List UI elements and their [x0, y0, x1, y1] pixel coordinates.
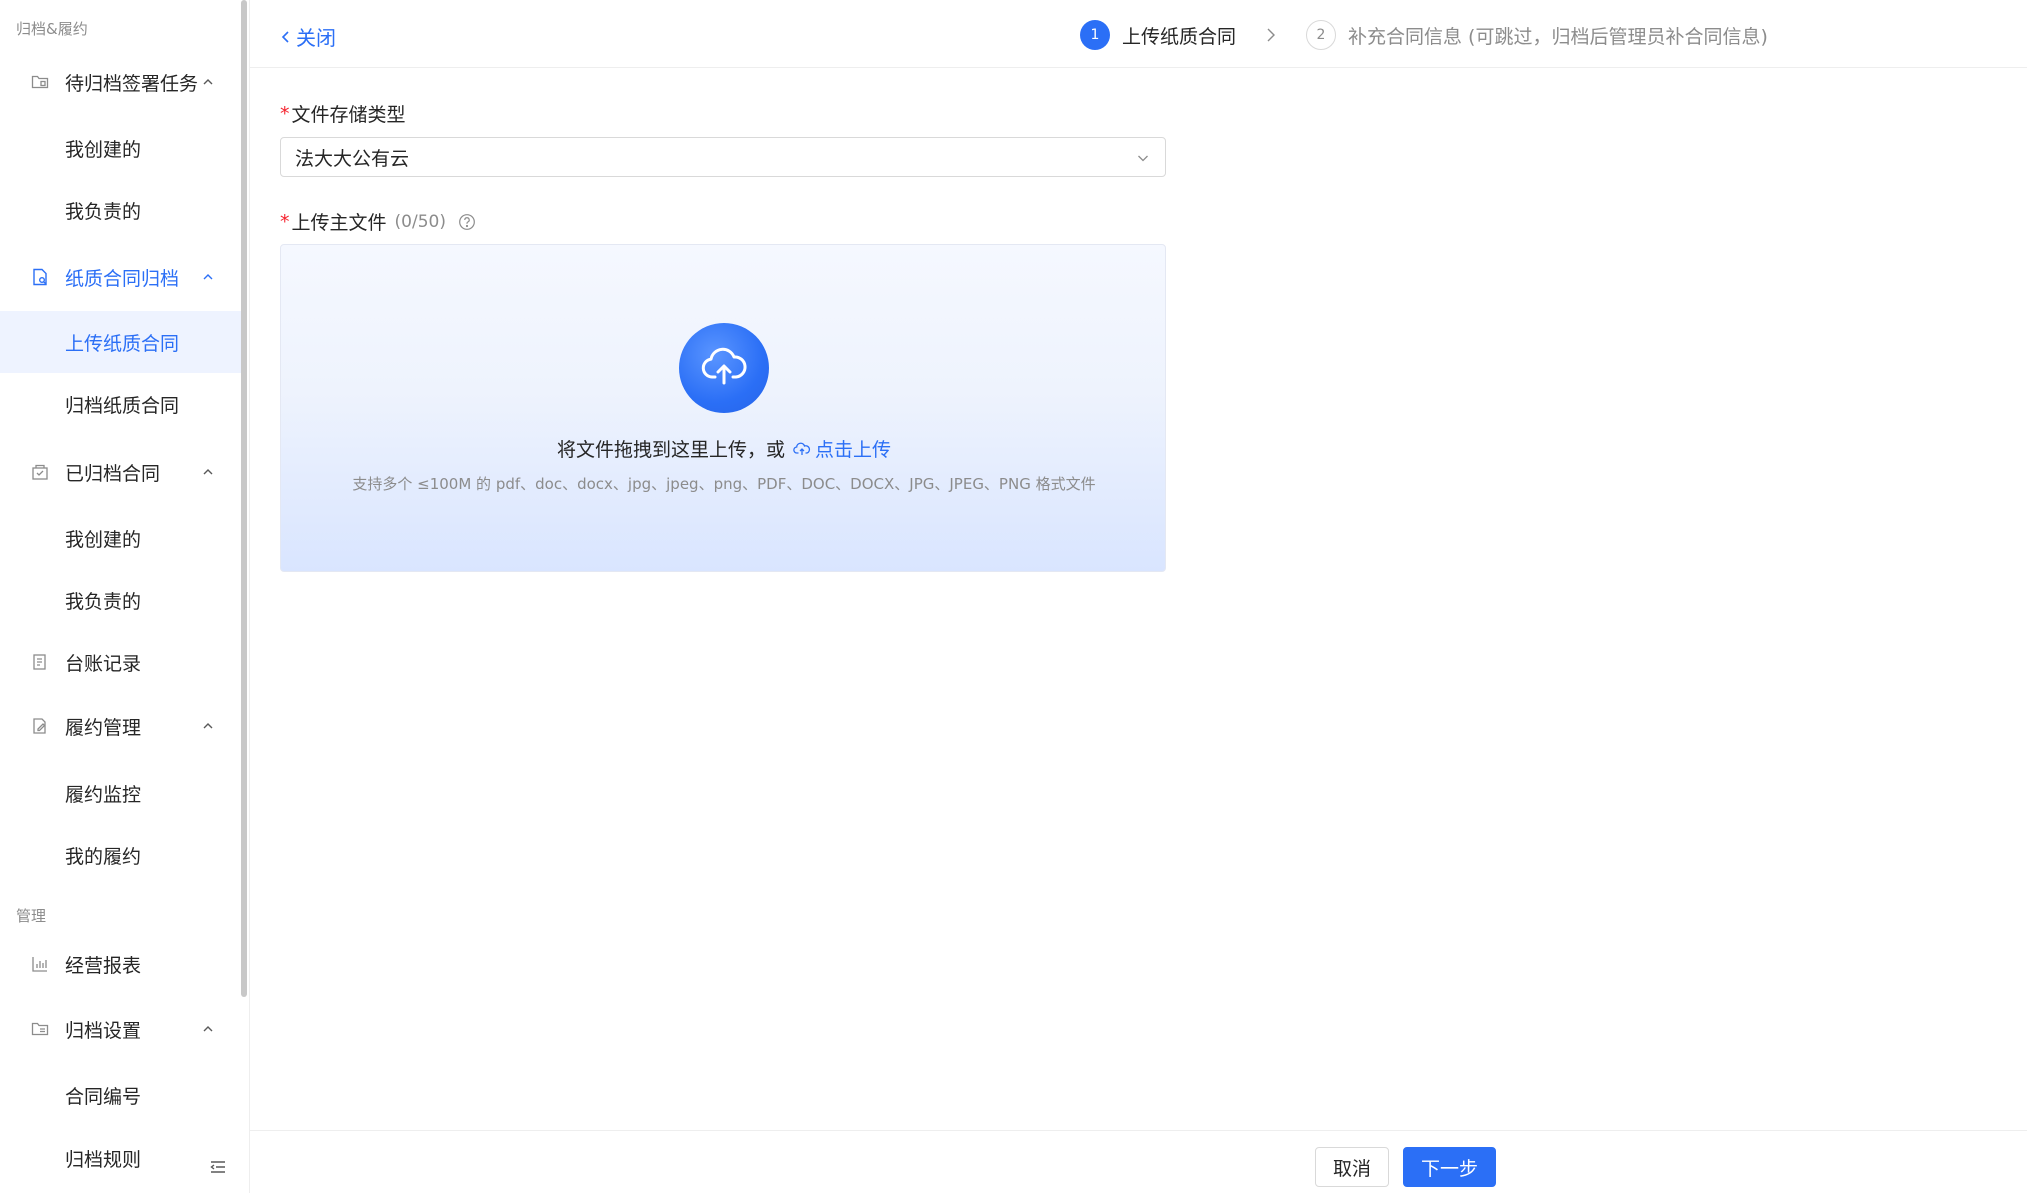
chevron-up-icon: [203, 79, 213, 85]
sidebar-item-ledger[interactable]: 台账记录: [0, 636, 242, 688]
sidebar-item-settings-number[interactable]: 合同编号: [0, 1064, 242, 1126]
top-bar: 关闭 1 上传纸质合同 2 补充合同信息 (可跳过，归档后管理员补合同信息): [250, 0, 2027, 68]
menu-group-pending[interactable]: 待归档签署任务: [0, 56, 242, 108]
chevron-up-icon: [203, 274, 213, 280]
file-dropzone[interactable]: 将文件拖拽到这里上传，或 点击上传 支持多个 ≤100M 的 pdf、doc、d…: [280, 244, 1166, 572]
click-upload-label: 点击上传: [815, 439, 892, 461]
sidebar-item-label: 我创建的: [65, 528, 142, 551]
storage-type-value: 法大大公有云: [295, 147, 410, 170]
menu-label-archived: 已归档合同: [65, 462, 161, 485]
cloud-upload-small-icon: [793, 442, 811, 455]
menu-group-perform[interactable]: 履约管理: [0, 700, 242, 752]
step-2-title: 补充合同信息 (可跳过，归档后管理员补合同信息): [1348, 25, 1768, 48]
menu-group-settings[interactable]: 归档设置: [0, 1003, 242, 1055]
sidebar-item-label: 归档纸质合同: [65, 394, 180, 417]
upload-count: (0/50): [394, 211, 446, 232]
chevron-right-icon: [1267, 28, 1276, 42]
sidebar-item-settings-rules[interactable]: 归档规则: [0, 1127, 242, 1189]
collapse-menu-icon[interactable]: [208, 1157, 228, 1177]
menu-group-paper[interactable]: 纸质合同归档: [0, 251, 242, 303]
sidebar-item-label: 我负责的: [65, 590, 142, 613]
edit-doc-icon: [30, 716, 50, 736]
bar-chart-icon: [30, 954, 50, 974]
step-1-number: 1: [1080, 20, 1110, 50]
sidebar-item-label: 我负责的: [65, 200, 142, 223]
click-upload-link[interactable]: 点击上传: [793, 435, 891, 462]
chevron-left-icon: [281, 30, 289, 43]
sidebar-item-label: 归档规则: [65, 1148, 142, 1171]
next-step-button[interactable]: 下一步: [1403, 1147, 1496, 1187]
sidebar-scrollbar[interactable]: [241, 0, 247, 997]
storage-type-select[interactable]: 法大大公有云: [280, 137, 1166, 177]
sidebar-item-label: 履约监控: [65, 783, 142, 806]
footer-bar: 取消 下一步: [250, 1130, 2027, 1193]
main-content: 关闭 1 上传纸质合同 2 补充合同信息 (可跳过，归档后管理员补合同信息) *…: [250, 0, 2027, 1193]
file-search-icon: [30, 267, 50, 287]
sidebar-item-label: 上传纸质合同: [65, 332, 180, 355]
sidebar-item-label: 合同编号: [65, 1085, 142, 1108]
folder-doc-icon: [30, 72, 50, 92]
upload-main-file-label: * 上传主文件 (0/50): [280, 208, 476, 235]
storage-type-label-text: 文件存储类型: [291, 104, 406, 126]
step-1-title: 上传纸质合同: [1122, 25, 1237, 48]
required-mark: *: [280, 102, 290, 125]
sidebar-item-pending-owned[interactable]: 我负责的: [0, 179, 242, 241]
section-label-archive: 归档&履约: [16, 20, 88, 38]
sidebar-item-paper-upload[interactable]: 上传纸质合同: [0, 311, 242, 373]
drop-text: 将文件拖拽到这里上传，或: [556, 439, 785, 461]
upload-label-text: 上传主文件: [291, 212, 387, 234]
ledger-icon: [30, 652, 50, 672]
sidebar-item-perform-mine[interactable]: 我的履约: [0, 824, 242, 886]
file-format-hint: 支持多个 ≤100M 的 pdf、doc、docx、jpg、jpeg、png、P…: [352, 475, 1096, 493]
sidebar-item-pending-created[interactable]: 我创建的: [0, 117, 242, 179]
menu-label-ledger: 台账记录: [65, 652, 142, 675]
menu-label-paper: 纸质合同归档: [65, 267, 180, 290]
close-label: 关闭: [296, 26, 336, 50]
required-mark: *: [280, 210, 290, 233]
section-label-manage: 管理: [16, 907, 47, 925]
menu-label-pending: 待归档签署任务: [65, 72, 199, 95]
step-2-number: 2: [1306, 20, 1337, 50]
question-circle-icon[interactable]: [458, 213, 476, 231]
sidebar: 归档&履约 待归档签署任务 我创建的 我负责的 纸质合同归档 上传纸质合同 归档…: [0, 0, 250, 1193]
step-2: 2 补充合同信息 (可跳过，归档后管理员补合同信息): [1306, 20, 1768, 50]
sidebar-item-report[interactable]: 经营报表: [0, 938, 242, 990]
chevron-down-icon: [1138, 155, 1148, 162]
step-1: 1 上传纸质合同: [1080, 20, 1236, 50]
sidebar-item-label: 我创建的: [65, 138, 142, 161]
sidebar-item-paper-archive[interactable]: 归档纸质合同: [0, 373, 242, 435]
folder-settings-icon: [30, 1019, 50, 1039]
close-button[interactable]: 关闭: [280, 22, 336, 51]
cloud-upload-icon: [679, 323, 769, 413]
chevron-up-icon: [203, 469, 213, 475]
step-indicator: 1 上传纸质合同 2 补充合同信息 (可跳过，归档后管理员补合同信息): [1080, 20, 1768, 50]
menu-group-archived[interactable]: 已归档合同: [0, 446, 242, 498]
menu-label-settings: 归档设置: [65, 1019, 142, 1042]
sidebar-item-archived-created[interactable]: 我创建的: [0, 507, 242, 569]
app-window: 归档&履约 待归档签署任务 我创建的 我负责的 纸质合同归档 上传纸质合同 归档…: [0, 0, 2027, 1193]
menu-label-report: 经营报表: [65, 954, 142, 977]
chevron-up-icon: [203, 723, 213, 729]
sidebar-item-label: 我的履约: [65, 845, 142, 868]
cancel-button[interactable]: 取消: [1315, 1147, 1389, 1187]
drop-instruction: 将文件拖拽到这里上传，或 点击上传: [281, 435, 1167, 462]
chevron-up-icon: [203, 1026, 213, 1032]
menu-label-perform: 履约管理: [65, 716, 142, 739]
archive-box-icon: [30, 462, 50, 482]
sidebar-item-archived-owned[interactable]: 我负责的: [0, 569, 242, 631]
sidebar-item-perform-monitor[interactable]: 履约监控: [0, 762, 242, 824]
storage-type-label: * 文件存储类型: [280, 100, 406, 127]
